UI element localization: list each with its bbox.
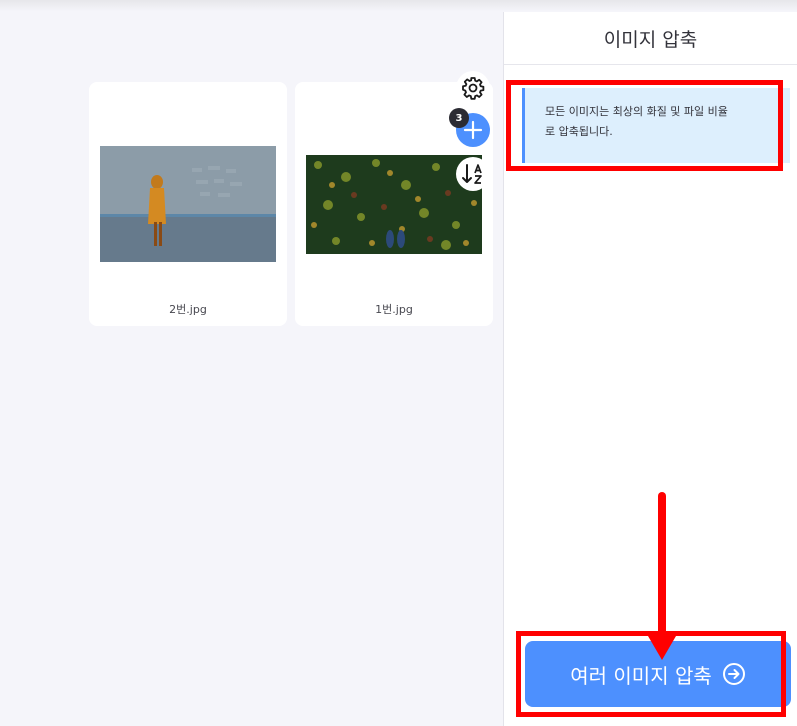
- file-count-badge: 3: [449, 108, 469, 128]
- gear-icon: [462, 77, 485, 100]
- info-text-line: 로 압축됩니다.: [545, 125, 613, 138]
- settings-button[interactable]: [456, 71, 490, 105]
- sort-az-icon: [462, 164, 482, 184]
- info-text-line: 모든 이미지는 최상의 화질 및 파일 비율: [545, 105, 728, 118]
- file-workspace: 2번.jpg 1번.jpg 3: [0, 0, 503, 726]
- info-message: 모든 이미지는 최상의 화질 및 파일 비율 로 압축됩니다.: [522, 88, 790, 163]
- image-thumbnail: [100, 146, 276, 262]
- file-name: 1번.jpg: [375, 303, 413, 316]
- sidebar-title: 이미지 압축: [504, 12, 797, 65]
- app-page: 2번.jpg 1번.jpg 3 이미지 압축 모든 이미지는 최상의 화질 및 …: [0, 0, 797, 726]
- annotation-arrow: [648, 492, 676, 660]
- file-name: 2번.jpg: [169, 303, 207, 316]
- file-card[interactable]: 2번.jpg: [89, 82, 287, 326]
- sort-button[interactable]: [456, 157, 490, 191]
- top-bar-shadow: [0, 0, 797, 12]
- arrow-right-circle-icon: [722, 662, 746, 686]
